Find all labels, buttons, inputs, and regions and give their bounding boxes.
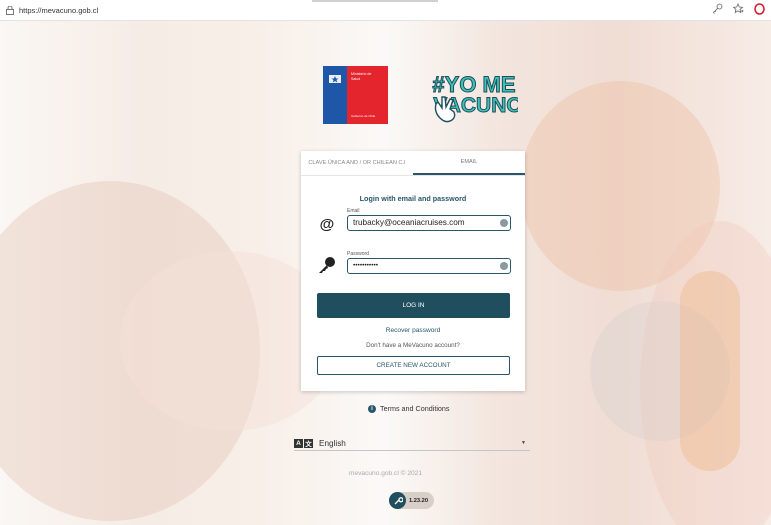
favorites-icon[interactable] xyxy=(733,3,744,15)
password-input[interactable]: ••••••••••• xyxy=(347,258,511,274)
at-sign-icon: @ xyxy=(319,216,335,233)
header-logos: Ministerio de Salud Gobierno de Chile #Y… xyxy=(323,66,518,130)
email-label: Email xyxy=(347,208,360,214)
key-icon xyxy=(319,257,335,273)
translate-icon: A 文 xyxy=(294,438,313,448)
password-label: Password xyxy=(347,251,369,257)
create-account-button[interactable]: CREATE NEW ACCOUNT xyxy=(317,356,510,375)
url-text[interactable]: https://mevacuno.gob.cl xyxy=(19,6,98,15)
language-selected[interactable]: English xyxy=(319,439,521,448)
email-value: trubacky@oceaniacruises.com xyxy=(353,218,465,227)
opera-extension-icon[interactable] xyxy=(754,3,765,15)
autofill-icon[interactable] xyxy=(500,219,508,227)
tab-indicator xyxy=(312,0,438,2)
tab-email[interactable]: EMAIL xyxy=(413,151,525,175)
terms-link[interactable]: i Terms and Conditions xyxy=(368,404,450,413)
page-info-icon[interactable] xyxy=(6,5,14,15)
terms-label[interactable]: Terms and Conditions xyxy=(380,404,450,413)
browser-topbar: https://mevacuno.gob.cl xyxy=(0,0,771,21)
footer-copyright: mevacuno.gob.cl © 2021 xyxy=(348,470,423,477)
ministry-footer: Gobierno de Chile xyxy=(351,114,376,118)
login-card: CLAVE ÚNICA AND / OR CHILEAN C.I EMAIL L… xyxy=(301,151,525,391)
language-select[interactable]: A 文 English ▼ xyxy=(294,436,530,451)
info-icon: i xyxy=(368,404,376,413)
email-input[interactable]: trubacky@oceaniacruises.com xyxy=(347,215,511,231)
chile-crest-icon xyxy=(329,75,341,83)
chevron-down-icon[interactable]: ▼ xyxy=(521,440,526,446)
no-account-text: Don't have a MeVacuno account? xyxy=(366,342,460,349)
tab-clave-unica[interactable]: CLAVE ÚNICA AND / OR CHILEAN C.I xyxy=(301,151,413,175)
background-shape xyxy=(680,271,740,471)
translate-icon-b: 文 xyxy=(304,438,313,448)
translate-icon-a: A xyxy=(294,438,303,448)
login-tabs: CLAVE ÚNICA AND / OR CHILEAN C.I EMAIL xyxy=(301,151,525,176)
login-title: Login with email and password xyxy=(359,194,467,203)
version-text: 1.23.20 xyxy=(409,497,428,504)
password-value: ••••••••••• xyxy=(353,262,379,269)
login-button[interactable]: LOG IN xyxy=(317,293,510,318)
recover-password-link[interactable]: Recover password xyxy=(301,327,525,334)
browser-toolbar xyxy=(712,3,765,15)
key-icon[interactable] xyxy=(712,3,723,15)
yo-me-vacuno-logo: #YO ME VACUNO xyxy=(432,72,518,123)
ministry-logo: Ministerio de Salud Gobierno de Chile xyxy=(323,66,388,124)
wrench-icon xyxy=(389,492,406,509)
autofill-icon[interactable] xyxy=(500,262,508,270)
address-bar[interactable]: https://mevacuno.gob.cl xyxy=(6,3,98,17)
version-badge: 1.23.20 xyxy=(389,492,434,509)
ministry-name-line2: Salud xyxy=(351,76,361,81)
